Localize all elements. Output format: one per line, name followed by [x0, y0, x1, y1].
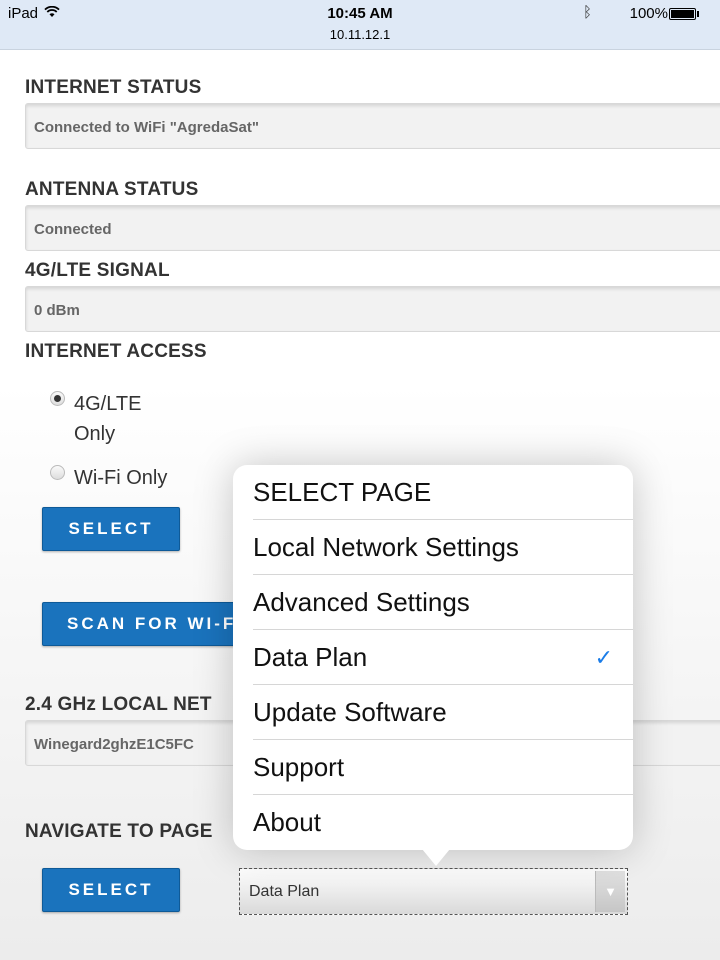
picker-item-label: About: [253, 807, 321, 837]
page-picker-popover: SELECT PAGE Local Network Settings Advan…: [233, 465, 633, 850]
antenna-status-title: ANTENNA STATUS: [25, 179, 199, 200]
picker-item-label: Advanced Settings: [253, 587, 470, 617]
radio-button-lte[interactable]: [50, 391, 65, 406]
internet-access-title: INTERNET ACCESS: [25, 341, 207, 362]
status-bar: iPad 10:45 AM 10.11.12.1 ᛒ 100%: [0, 0, 720, 50]
page-select-dropdown[interactable]: Data Plan ▼: [239, 868, 628, 915]
clock: 10:45 AM: [327, 5, 393, 22]
lte-signal-field: 0 dBm: [25, 286, 720, 332]
battery-icon: [669, 8, 696, 20]
access-select-button[interactable]: SELECT: [42, 507, 180, 551]
picker-item-about[interactable]: About: [253, 795, 633, 850]
address-bar[interactable]: 10.11.12.1: [0, 27, 720, 42]
battery-percent: 100%: [629, 5, 668, 22]
picker-item-label: Local Network Settings: [253, 532, 519, 562]
antenna-status-field: Connected: [25, 205, 720, 251]
internet-status-title: INTERNET STATUS: [25, 77, 202, 98]
picker-item-label: SELECT PAGE: [253, 477, 432, 507]
local-network-title: 2.4 GHz LOCAL NET: [25, 694, 212, 715]
picker-item-label: Support: [253, 752, 345, 782]
navigate-title: NAVIGATE TO PAGE: [25, 821, 213, 842]
radio-lte-label-line2: Only: [74, 423, 116, 445]
picker-item-select-page[interactable]: SELECT PAGE: [253, 465, 633, 520]
radio-lte-label-line1: 4G/LTE: [74, 393, 142, 415]
picker-item-support[interactable]: Support: [253, 740, 633, 795]
bluetooth-icon: ᛒ: [582, 4, 592, 21]
picker-item-data-plan[interactable]: Data Plan ✓: [253, 630, 633, 685]
picker-item-advanced-settings[interactable]: Advanced Settings: [253, 575, 633, 630]
radio-button-wifi[interactable]: [50, 465, 65, 480]
lte-signal-title: 4G/LTE SIGNAL: [25, 260, 170, 281]
battery-tip: [697, 11, 699, 17]
dropdown-arrow-icon[interactable]: ▼: [595, 871, 625, 912]
picker-item-label: Update Software: [253, 697, 447, 727]
picker-item-local-network-settings[interactable]: Local Network Settings: [253, 520, 633, 575]
popover-arrow: [422, 849, 450, 866]
navigate-select-button[interactable]: SELECT: [42, 868, 180, 912]
checkmark-icon: ✓: [594, 645, 613, 670]
internet-status-field: Connected to WiFi "AgredaSat": [25, 103, 720, 149]
picker-item-label: Data Plan: [253, 642, 368, 672]
scan-wifi-button[interactable]: SCAN FOR WI-F: [42, 602, 252, 646]
picker-item-update-software[interactable]: Update Software: [253, 685, 633, 740]
radio-wifi-label: Wi-Fi Only: [74, 467, 168, 489]
page-select-value: Data Plan: [249, 883, 320, 900]
